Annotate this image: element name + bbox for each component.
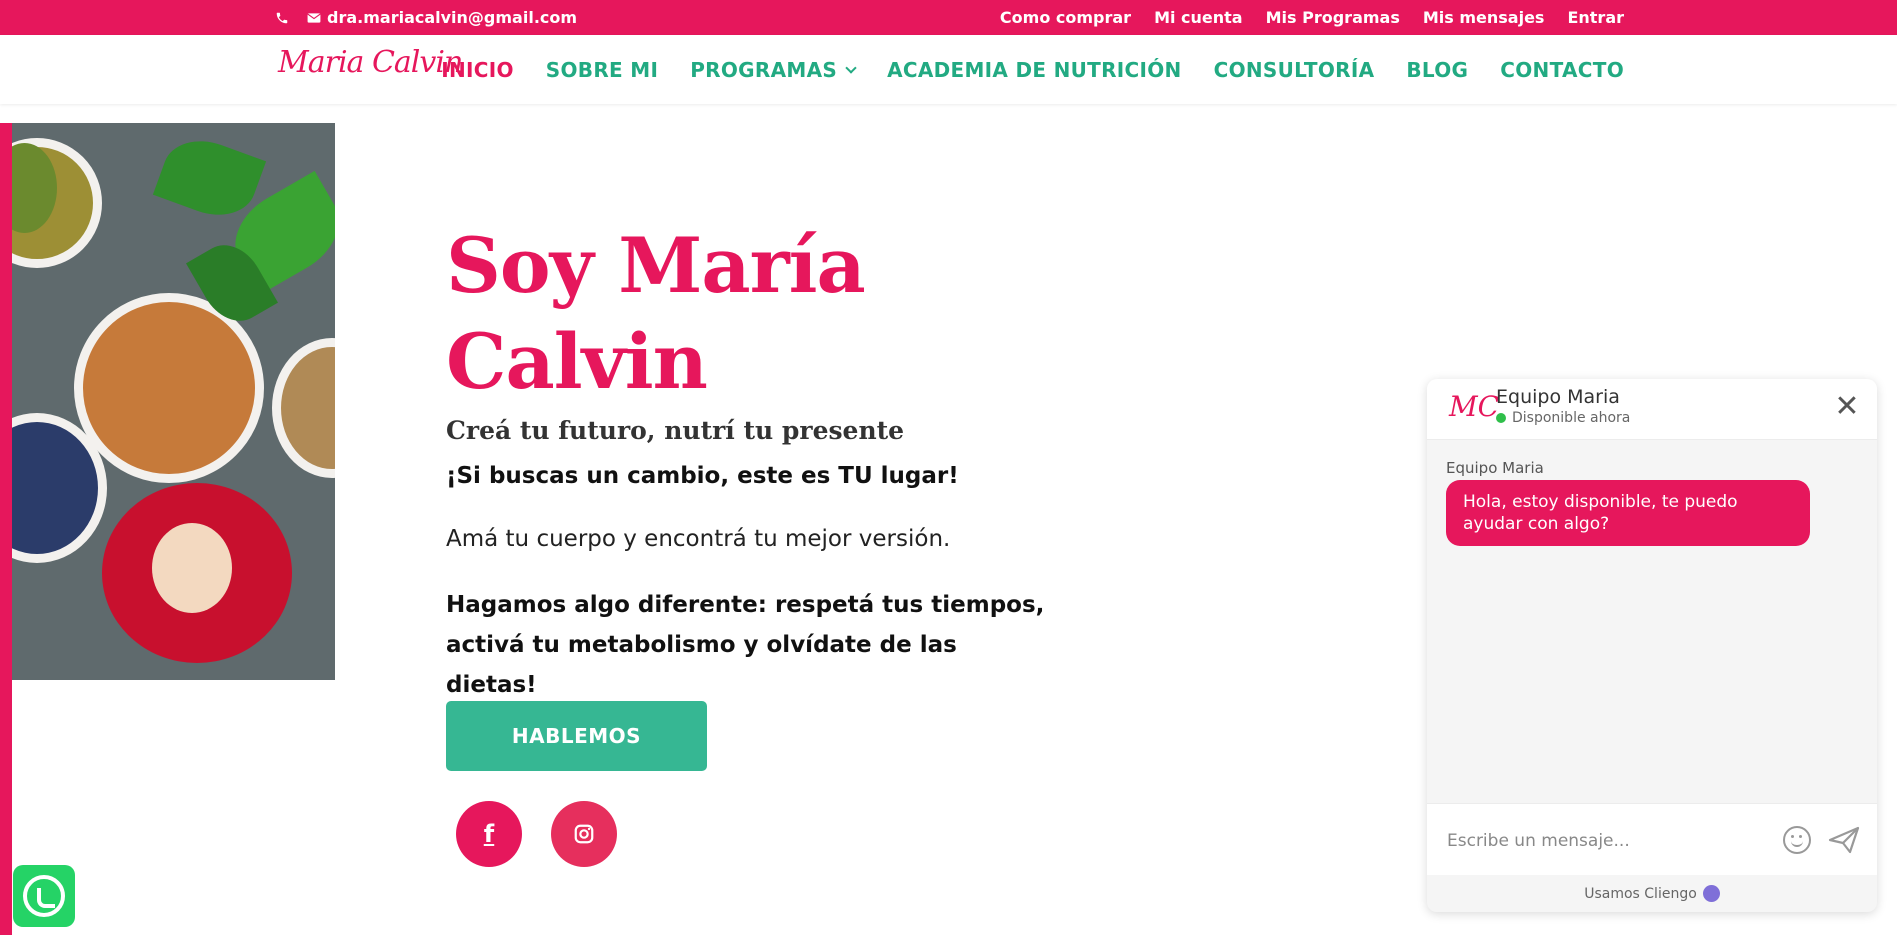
hero-pitch: Hagamos algo diferente: respetá tus tiem… [446,592,1045,698]
message-author: Equipo Maria [1446,459,1544,477]
pomegranate-inner [152,523,232,613]
top-bar: dra.mariacalvin@gmail.com Como comprar M… [0,0,1897,35]
hero-description: Amá tu cuerpo y encontrá tu mejor versió… [446,526,951,552]
left-accent-stripe [0,123,12,935]
topbar-link-mi-cuenta[interactable]: Mi cuenta [1154,8,1243,27]
chat-header: MC Equipo Maria Disponible ahora ✕ [1427,379,1877,440]
facebook-button[interactable]: f [456,801,522,867]
topbar-link-entrar[interactable]: Entrar [1567,8,1624,27]
instagram-button[interactable] [551,801,617,867]
phone-icon [276,12,288,23]
chat-agent-name: Equipo Maria [1496,386,1620,408]
hero-subtitle: Creá tu futuro, nutrí tu presente [446,416,905,445]
chat-status: Disponible ahora [1496,410,1630,426]
nav-consultoria[interactable]: CONSULTORÍA [1214,58,1375,82]
send-icon[interactable] [1828,826,1860,854]
instagram-icon [574,824,594,844]
main-nav: INICIO SOBRE MI PROGRAMAS ACADEMIA DE NU… [441,35,1624,104]
chevron-down-icon [845,61,857,74]
email-contact[interactable]: dra.mariacalvin@gmail.com [307,8,577,27]
cliengo-logo-icon [1702,885,1720,902]
site-logo[interactable]: Maria Calvin [278,45,463,80]
chat-widget: MC Equipo Maria Disponible ahora ✕ Equip… [1427,379,1877,912]
email-link[interactable]: dra.mariacalvin@gmail.com [327,8,577,27]
nav-inicio[interactable]: INICIO [441,58,514,82]
facebook-icon: f [483,820,495,848]
chat-footer-text[interactable]: Usamos Cliengo [1584,886,1697,902]
close-icon[interactable]: ✕ [1833,392,1861,422]
chat-input-bar [1427,803,1877,875]
bowl-almonds [74,293,264,483]
nav-programas-label: PROGRAMAS [690,57,838,82]
topbar-link-mis-programas[interactable]: Mis Programas [1266,8,1400,27]
main-header: Maria Calvin INICIO SOBRE MI PROGRAMAS A… [0,35,1897,104]
nav-academia[interactable]: ACADEMIA DE NUTRICIÓN [887,58,1182,82]
topbar-link-mis-mensajes[interactable]: Mis mensajes [1423,8,1545,27]
hablemos-button[interactable]: HABLEMOS [446,701,707,771]
nav-programas[interactable]: PROGRAMAS [690,57,857,82]
bowl-grains [272,338,335,478]
whatsapp-button[interactable] [13,865,75,927]
chat-avatar: MC [1449,390,1500,423]
emoji-icon[interactable] [1783,826,1811,854]
hero-title-line2: Calvin [446,317,708,406]
hero-tagline: ¡Si buscas un cambio, este es TU lugar! [446,463,959,489]
mail-icon [307,12,321,23]
nav-blog[interactable]: BLOG [1406,58,1468,82]
hero-food-image [12,123,335,680]
topbar-link-como-comprar[interactable]: Como comprar [1000,8,1131,27]
chat-message: Hola, estoy disponible, te puedo ayudar … [1446,480,1810,546]
phone-contact[interactable] [275,11,289,25]
chat-status-text: Disponible ahora [1512,410,1631,426]
hero-title-line1: Soy María [446,221,866,310]
nav-sobre-mi[interactable]: SOBRE MI [546,58,658,82]
chat-message-input[interactable] [1447,828,1777,854]
whatsapp-icon [23,875,65,917]
nav-contacto[interactable]: CONTACTO [1500,58,1624,82]
chat-footer: Usamos Cliengo [1427,875,1877,912]
hero-title: Soy María Calvin [446,218,1006,410]
online-dot-icon [1496,413,1506,423]
